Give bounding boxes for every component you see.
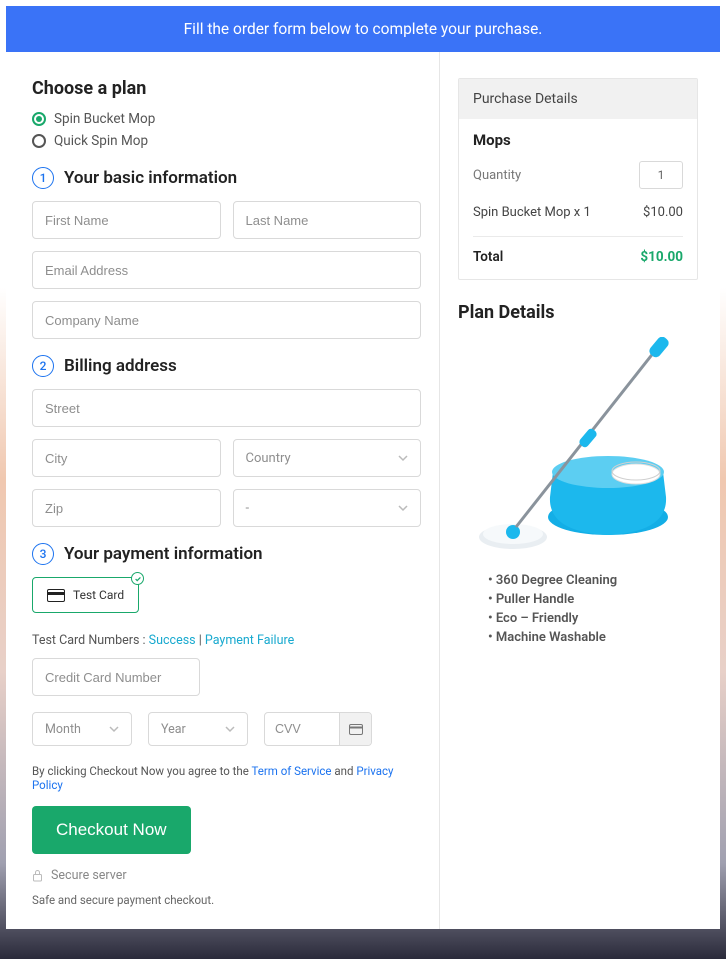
feature-item: Puller Handle — [488, 592, 698, 607]
radio-icon — [32, 112, 46, 126]
year-select[interactable]: Year — [148, 712, 248, 746]
banner: Fill the order form below to complete yo… — [6, 6, 720, 52]
plan-option-label: Spin Bucket Mop — [54, 111, 155, 127]
total-price: $10.00 — [640, 249, 683, 265]
step-number-icon: 2 — [32, 355, 54, 377]
country-select[interactable]: Country — [233, 439, 422, 477]
last-name-input[interactable] — [233, 201, 422, 239]
check-icon — [131, 572, 144, 585]
street-input[interactable] — [32, 389, 421, 427]
line-item-price: $10.00 — [643, 205, 683, 220]
cvv-input[interactable] — [265, 713, 339, 745]
chevron-down-icon — [225, 724, 235, 734]
month-placeholder: Month — [45, 722, 81, 737]
credit-card-icon — [47, 589, 65, 602]
radio-icon — [32, 134, 46, 148]
email-input[interactable] — [32, 251, 421, 289]
feature-item: Machine Washable — [488, 630, 698, 645]
feature-item: 360 Degree Cleaning — [488, 573, 698, 588]
payment-method-card[interactable]: Test Card — [32, 577, 139, 613]
zip-input[interactable] — [32, 489, 221, 527]
first-name-input[interactable] — [32, 201, 221, 239]
year-placeholder: Year — [161, 722, 186, 737]
secure-text: Secure server — [51, 868, 127, 883]
step-number-icon: 1 — [32, 167, 54, 189]
country-placeholder: Country — [246, 451, 291, 466]
chevron-down-icon — [109, 724, 119, 734]
payment-method-label: Test Card — [73, 588, 124, 602]
plan-details-heading: Plan Details — [458, 302, 698, 323]
company-input[interactable] — [32, 301, 421, 339]
test-card-line: Test Card Numbers : Success | Payment Fa… — [32, 633, 421, 648]
month-select[interactable]: Month — [32, 712, 132, 746]
city-input[interactable] — [32, 439, 221, 477]
feature-list: 360 Degree Cleaning Puller Handle Eco – … — [458, 573, 698, 645]
state-select[interactable]: - — [233, 489, 422, 527]
section-title-basic-info: Your basic information — [64, 168, 237, 188]
checkout-button[interactable]: Checkout Now — [32, 806, 191, 854]
quantity-label: Quantity — [473, 168, 521, 183]
total-label: Total — [473, 249, 503, 265]
plan-option-spin-bucket[interactable]: Spin Bucket Mop — [32, 111, 421, 127]
safe-note: Safe and secure payment checkout. — [32, 893, 421, 907]
plan-option-quick-spin[interactable]: Quick Spin Mop — [32, 133, 421, 149]
feature-item: Eco – Friendly — [488, 611, 698, 626]
choose-plan-heading: Choose a plan — [32, 78, 421, 99]
category-label: Mops — [473, 131, 683, 149]
plan-option-label: Quick Spin Mop — [54, 133, 148, 149]
agree-text: By clicking Checkout Now you agree to th… — [32, 764, 421, 792]
tos-link[interactable]: Term of Service — [251, 764, 331, 778]
credit-card-icon — [339, 713, 371, 745]
test-success-link[interactable]: Success — [149, 633, 196, 648]
quantity-input[interactable]: 1 — [639, 161, 683, 189]
line-item-label: Spin Bucket Mop x 1 — [473, 205, 591, 220]
section-title-billing: Billing address — [64, 356, 177, 376]
cc-number-input[interactable] — [32, 658, 200, 696]
panel-heading: Purchase Details — [459, 79, 697, 119]
chevron-down-icon — [398, 503, 408, 513]
test-failure-link[interactable]: Payment Failure — [205, 633, 294, 648]
step-number-icon: 3 — [32, 543, 54, 565]
chevron-down-icon — [398, 453, 408, 463]
product-image — [458, 337, 698, 557]
section-title-payment: Your payment information — [64, 544, 263, 564]
lock-icon — [32, 869, 43, 882]
purchase-details-panel: Purchase Details Mops Quantity 1 Spin Bu… — [458, 78, 698, 280]
cvv-field — [264, 712, 372, 746]
state-placeholder: - — [246, 501, 250, 516]
